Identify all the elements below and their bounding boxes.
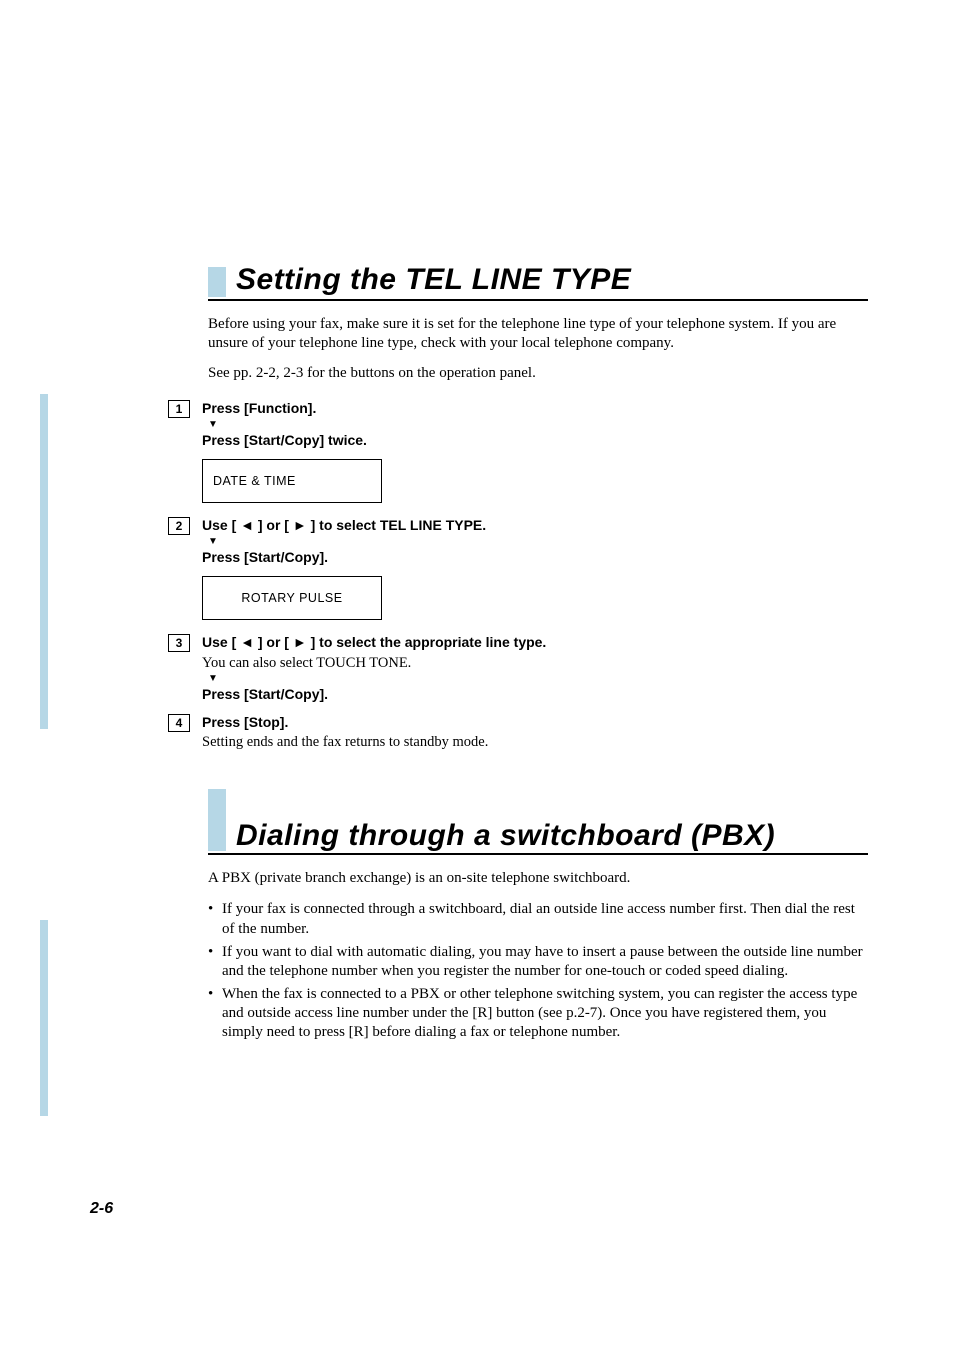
down-arrow-icon: ▼: [208, 420, 868, 430]
step-4: 4 Press [Stop]. Setting ends and the fax…: [202, 714, 868, 752]
lcd-display: DATE & TIME: [202, 459, 382, 503]
heading-marker-icon: [208, 267, 226, 297]
step-instruction: Press [Start/Copy] twice.: [202, 432, 868, 450]
step-2: 2 Use [ ◄ ] or [ ► ] to select TEL LINE …: [202, 517, 868, 620]
list-item: When the fax is connected to a PBX or ot…: [208, 985, 868, 1043]
step-instruction: Press [Start/Copy].: [202, 549, 868, 567]
step-number: 4: [168, 714, 190, 732]
section-title-2: Dialing through a switchboard (PBX): [236, 820, 775, 852]
lcd-text: ROTARY PULSE: [241, 591, 342, 605]
decorative-vertical-bar-1: [40, 394, 48, 729]
step-instruction: Use [ ◄ ] or [ ► ] to select TEL LINE TY…: [202, 517, 868, 535]
step-number: 1: [168, 400, 190, 418]
step-number: 2: [168, 517, 190, 535]
bullet-list: If your fax is connected through a switc…: [208, 900, 868, 1042]
list-item: If you want to dial with automatic diali…: [208, 943, 868, 981]
page-number: 2-6: [90, 1200, 113, 1218]
down-arrow-icon: ▼: [208, 537, 868, 547]
step-3: 3 Use [ ◄ ] or [ ► ] to select the appro…: [202, 634, 868, 703]
step-subtext: Setting ends and the fax returns to stan…: [202, 733, 868, 751]
decorative-vertical-bar-2: [40, 920, 48, 1116]
step-instruction: Use [ ◄ ] or [ ► ] to select the appropr…: [202, 634, 868, 652]
section-heading-2: Dialing through a switchboard (PBX): [208, 789, 868, 855]
section1-intro: Before using your fax, make sure it is s…: [208, 315, 868, 353]
heading-marker-icon: [208, 789, 226, 851]
step-instruction: Press [Stop].: [202, 714, 868, 732]
step-1: 1 Press [Function]. ▼ Press [Start/Copy]…: [202, 400, 868, 503]
step-subtext: You can also select TOUCH TONE.: [202, 654, 868, 672]
section-heading-1: Setting the TEL LINE TYPE: [208, 263, 868, 301]
lcd-text: DATE & TIME: [213, 474, 296, 488]
section-title-1: Setting the TEL LINE TYPE: [236, 263, 631, 297]
section2-intro: A PBX (private branch exchange) is an on…: [208, 869, 868, 888]
lcd-display: ROTARY PULSE: [202, 576, 382, 620]
down-arrow-icon: ▼: [208, 674, 868, 684]
list-item: If your fax is connected through a switc…: [208, 900, 868, 938]
section1-see-ref: See pp. 2-2, 2-3 for the buttons on the …: [208, 365, 868, 382]
step-instruction: Press [Function].: [202, 400, 868, 418]
step-number: 3: [168, 634, 190, 652]
steps-list: 1 Press [Function]. ▼ Press [Start/Copy]…: [202, 400, 868, 751]
step-instruction: Press [Start/Copy].: [202, 686, 868, 704]
